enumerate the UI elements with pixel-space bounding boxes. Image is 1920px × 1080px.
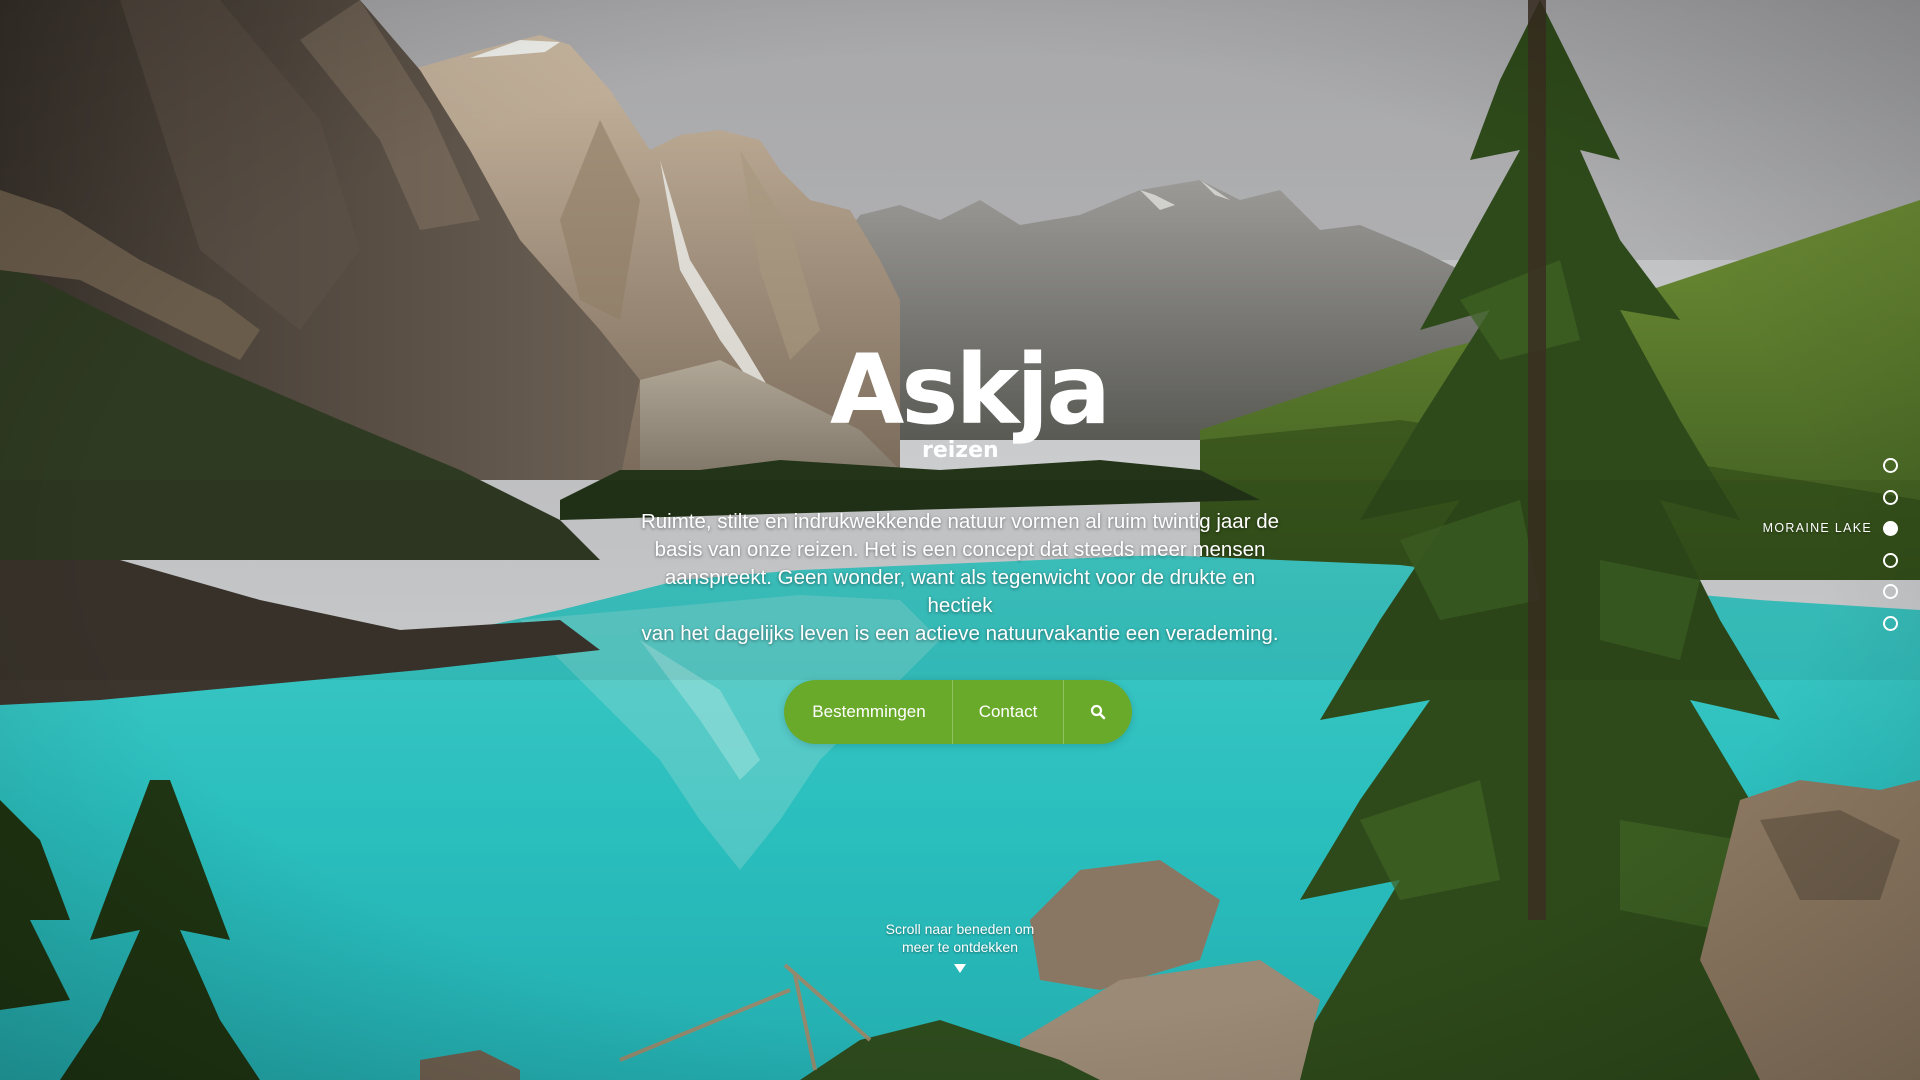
- slide-nav-item: [1658, 610, 1898, 642]
- content-overlay: Askja reizen Ruimte, stilte en indrukwek…: [0, 0, 1920, 1080]
- intro-line: basis van onze reizen. Het is een concep…: [654, 538, 1266, 561]
- slide-dot[interactable]: [1883, 489, 1898, 505]
- search-button[interactable]: [1064, 680, 1132, 744]
- destinations-button[interactable]: Bestemmingen: [784, 680, 952, 744]
- slide-dot[interactable]: [1883, 458, 1898, 473]
- scroll-down-hint[interactable]: Scroll naar beneden om meer te ontdekken: [860, 920, 1060, 973]
- arrow-down-icon: [954, 964, 966, 973]
- slide-nav-item: [1658, 452, 1898, 484]
- search-icon: [1090, 704, 1106, 720]
- contact-button[interactable]: Contact: [953, 680, 1063, 744]
- active-slide-label: MORAINE LAKE: [1762, 521, 1872, 535]
- slide-dot[interactable]: [1883, 584, 1898, 599]
- slide-navigation: MORAINE LAKE: [1658, 452, 1898, 641]
- intro-line: van het dagelijks leven is een actieve n…: [641, 622, 1279, 645]
- scroll-hint-line: Scroll naar beneden om: [885, 921, 1035, 937]
- slide-dot-active[interactable]: [1883, 521, 1898, 536]
- askja-logo[interactable]: Askja reizen: [830, 342, 1111, 472]
- slide-nav-item: [1658, 547, 1898, 579]
- logo-subtitle: reizen: [922, 438, 999, 463]
- hero-section: Askja reizen Ruimte, stilte en indrukwek…: [0, 0, 1920, 1080]
- slide-nav-item-active: MORAINE LAKE: [1658, 515, 1898, 547]
- slide-dot[interactable]: [1883, 615, 1898, 631]
- logo-wordmark: Askja: [830, 334, 1111, 446]
- main-nav-buttons: Bestemmingen Contact: [784, 680, 1132, 744]
- intro-text: Ruimte, stilte en indrukwekkende natuur …: [630, 508, 1290, 648]
- slide-nav-item: [1658, 484, 1898, 516]
- intro-line: Ruimte, stilte en indrukwekkende natuur …: [640, 510, 1280, 533]
- slide-nav-item: [1658, 578, 1898, 610]
- slide-dot[interactable]: [1883, 552, 1898, 568]
- scroll-hint-line: meer te ontdekken: [902, 939, 1018, 955]
- intro-line: aanspreekt. Geen wonder, want als tegenw…: [664, 566, 1256, 617]
